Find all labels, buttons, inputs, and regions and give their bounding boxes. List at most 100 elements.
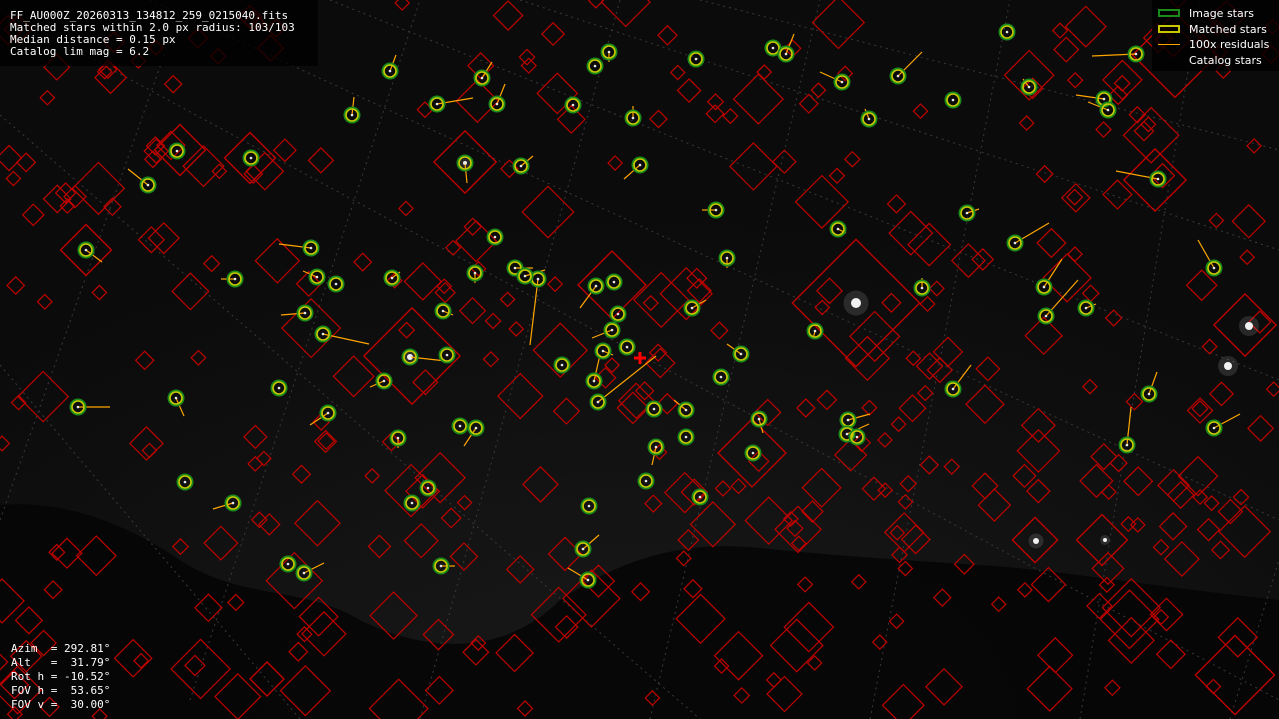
image-star (714, 208, 718, 212)
residuals-swatch-icon (1158, 44, 1180, 45)
image-star (719, 375, 723, 379)
image-star (350, 113, 354, 117)
image-star (631, 116, 635, 120)
image-star (474, 426, 478, 430)
image-star (326, 411, 330, 415)
image-star (388, 69, 392, 73)
image-star (493, 235, 497, 239)
image-star (684, 408, 688, 412)
image-star (896, 74, 900, 78)
image-star (1005, 30, 1009, 34)
image-star (920, 286, 924, 290)
image-star (84, 248, 88, 252)
catalog-lim-mag-text: Catalog lim mag = 6.2 (10, 45, 150, 58)
image-star (473, 271, 477, 275)
image-star (1042, 285, 1046, 289)
image-star (1084, 306, 1088, 310)
image-star (601, 349, 605, 353)
image-star (441, 309, 445, 313)
azimuth-text: Azim = 292.81° (11, 642, 111, 655)
image-star (1212, 426, 1216, 430)
image-star (303, 311, 307, 315)
fov-h-text: FOV h = 53.65° (11, 684, 111, 697)
image-star (249, 156, 253, 160)
image-star (315, 275, 319, 279)
image-star (231, 501, 235, 505)
image-star (751, 451, 755, 455)
image-star (445, 353, 449, 357)
image-star (586, 578, 590, 582)
image-star (560, 363, 564, 367)
image-star (698, 495, 702, 499)
matched-stars-swatch-icon (1158, 25, 1180, 33)
image-star (495, 102, 499, 106)
image-star (435, 102, 439, 106)
image-star (1212, 266, 1216, 270)
image-star (1102, 97, 1106, 101)
image-star (846, 418, 850, 422)
star-field-canvas (0, 0, 1279, 719)
image-star (867, 117, 871, 121)
image-star (616, 312, 620, 316)
image-star (1125, 443, 1129, 447)
image-star (1013, 241, 1017, 245)
image-star (644, 479, 648, 483)
legend-matched-stars: Matched stars (1189, 23, 1267, 36)
image-star (757, 417, 761, 421)
image-star (175, 149, 179, 153)
image-star (625, 345, 629, 349)
image-star (390, 276, 394, 280)
image-star (309, 246, 313, 250)
image-stars-swatch-icon (1158, 9, 1180, 17)
image-star (146, 183, 150, 187)
image-star (813, 329, 817, 333)
image-star (1044, 314, 1048, 318)
legend-residuals: 100x residuals (1189, 38, 1270, 51)
image-star (607, 50, 611, 54)
image-star (382, 379, 386, 383)
image-star (840, 80, 844, 84)
image-star (592, 379, 596, 383)
image-star (439, 564, 443, 568)
image-star (410, 501, 414, 505)
rotation-text: Rot h = -10.52° (11, 670, 111, 683)
legend-image-stars: Image stars (1189, 7, 1254, 20)
image-star (694, 57, 698, 61)
image-star (587, 504, 591, 508)
image-star (654, 445, 658, 449)
image-star (536, 277, 540, 281)
image-star (610, 328, 614, 332)
fov-v-text: FOV v = 30.00° (11, 698, 111, 711)
star-glow (1239, 316, 1259, 336)
image-star (183, 480, 187, 484)
image-star (1147, 392, 1151, 396)
image-star (174, 396, 178, 400)
image-star (513, 266, 517, 270)
image-star (652, 407, 656, 411)
image-star (725, 256, 729, 260)
star-glow (1028, 533, 1044, 549)
image-star (286, 562, 290, 566)
image-star (571, 103, 575, 107)
image-star (690, 306, 694, 310)
image-star (739, 352, 743, 356)
image-star (612, 280, 616, 284)
image-star (593, 64, 597, 68)
image-star (638, 163, 642, 167)
image-star (396, 436, 400, 440)
image-star (951, 387, 955, 391)
image-star (581, 547, 585, 551)
image-star (965, 211, 969, 215)
image-star (771, 46, 775, 50)
star-glow (1100, 535, 1110, 545)
image-star (836, 227, 840, 231)
image-star (302, 571, 306, 575)
star-glow (843, 290, 869, 316)
image-star (845, 432, 849, 436)
legend-catalog-stars: Catalog stars (1189, 54, 1262, 67)
image-star (523, 274, 527, 278)
image-star (233, 277, 237, 281)
image-star (596, 400, 600, 404)
star-glow (1218, 356, 1238, 376)
image-star (458, 424, 462, 428)
